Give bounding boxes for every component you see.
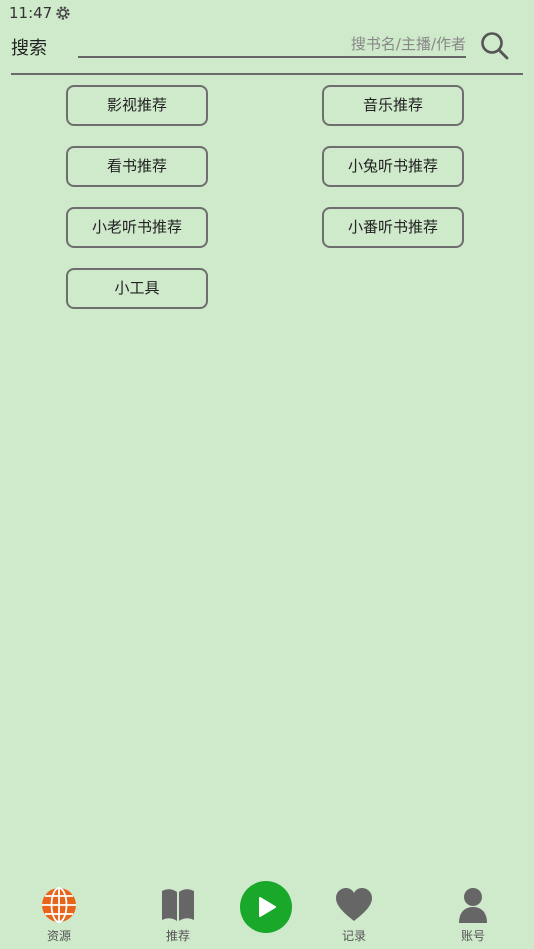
bottom-nav: 资源 推荐 记录 账号 xyxy=(0,876,534,949)
read-recommend-button[interactable]: 看书推荐 xyxy=(66,146,208,187)
search-bar: 搜索 xyxy=(0,28,534,74)
tab-resources-label: 资源 xyxy=(46,929,71,943)
tab-account[interactable]: 账号 xyxy=(423,876,523,949)
book-icon xyxy=(162,889,194,921)
video-recommend-button[interactable]: 影视推荐 xyxy=(66,85,208,126)
search-input[interactable] xyxy=(78,32,466,58)
heart-icon xyxy=(336,888,372,921)
tools-button[interactable]: 小工具 xyxy=(66,268,208,309)
tab-recommend[interactable]: 推荐 xyxy=(128,876,228,949)
xiaofan-audiobook-button[interactable]: 小番听书推荐 xyxy=(322,207,464,248)
tab-history-label: 记录 xyxy=(341,929,366,943)
gear-icon xyxy=(56,6,70,20)
search-divider xyxy=(11,73,523,75)
xiaotu-audiobook-button[interactable]: 小兔听书推荐 xyxy=(322,146,464,187)
tab-account-label: 账号 xyxy=(460,929,485,943)
user-icon xyxy=(459,888,487,923)
search-label: 搜索 xyxy=(11,38,47,59)
play-icon xyxy=(259,897,276,917)
tab-recommend-label: 推荐 xyxy=(165,929,190,943)
play-button[interactable] xyxy=(240,881,292,933)
search-icon[interactable] xyxy=(479,30,511,62)
status-bar: 11:47 xyxy=(0,0,534,28)
status-time: 11:47 xyxy=(9,4,53,22)
tab-resources[interactable]: 资源 xyxy=(9,876,109,949)
tab-history[interactable]: 记录 xyxy=(304,876,404,949)
globe-icon xyxy=(42,887,76,923)
xiaolao-audiobook-button[interactable]: 小老听书推荐 xyxy=(66,207,208,248)
music-recommend-button[interactable]: 音乐推荐 xyxy=(322,85,464,126)
